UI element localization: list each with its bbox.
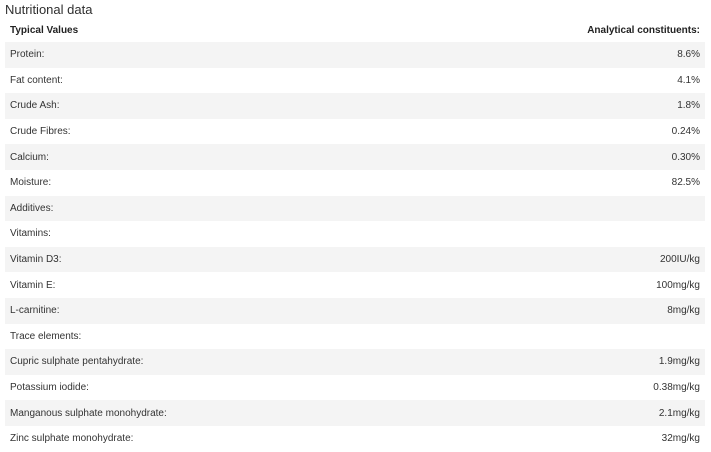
row-label: Protein: bbox=[10, 49, 45, 61]
row-label: Additives: bbox=[10, 202, 54, 214]
row-value: 100mg/kg bbox=[656, 279, 700, 291]
table-row: Moisture: 82.5% bbox=[5, 169, 705, 196]
row-value: 82.5% bbox=[671, 177, 700, 189]
table-row: L-carnitine: 8mg/kg bbox=[5, 297, 705, 324]
header-typical-values: Typical Values bbox=[10, 24, 79, 36]
row-label: Moisture: bbox=[10, 177, 52, 189]
row-value: 1.9mg/kg bbox=[658, 356, 700, 368]
row-value: 32mg/kg bbox=[661, 433, 700, 445]
header-analytical-constituents: Analytical constituents: bbox=[587, 24, 700, 36]
table-row: Potassium iodide: 0.38mg/kg bbox=[5, 374, 705, 401]
row-label: Potassium iodide: bbox=[10, 382, 89, 394]
table-header-row: Typical Values Analytical constituents: bbox=[5, 18, 705, 42]
row-label: L-carnitine: bbox=[10, 305, 60, 317]
row-value: 8mg/kg bbox=[667, 305, 700, 317]
table-row: Zinc sulphate monohydrate: 32mg/kg bbox=[5, 425, 705, 452]
row-value bbox=[425, 324, 705, 350]
row-label: Fat content: bbox=[10, 74, 63, 86]
table-row: Trace elements: bbox=[5, 323, 705, 350]
table-row: Vitamin E: 100mg/kg bbox=[5, 272, 705, 298]
table-row: Cupric sulphate pentahydrate: 1.9mg/kg bbox=[5, 349, 705, 375]
nutrition-panel: Nutritional data Typical Values Analytic… bbox=[0, 0, 711, 452]
row-value: 4.1% bbox=[677, 74, 700, 86]
table-row: Fat content: 4.1% bbox=[5, 67, 705, 94]
row-value: 200IU/kg bbox=[659, 254, 700, 266]
row-label: Manganous sulphate monohydrate: bbox=[10, 407, 167, 419]
row-label: Crude Fibres: bbox=[10, 126, 71, 138]
row-value bbox=[425, 196, 705, 222]
row-label: Crude Ash: bbox=[10, 100, 60, 112]
row-value: 8.6% bbox=[677, 49, 700, 61]
row-value: 0.30% bbox=[671, 151, 700, 163]
table-row: Crude Fibres: 0.24% bbox=[5, 118, 705, 145]
table-row: Crude Ash: 1.8% bbox=[5, 93, 705, 119]
table-row: Additives: bbox=[5, 195, 705, 222]
row-value: 0.38mg/kg bbox=[653, 382, 700, 394]
row-label: Calcium: bbox=[10, 151, 49, 163]
table-row: Vitamins: bbox=[5, 221, 705, 247]
row-value: 1.8% bbox=[677, 100, 700, 112]
table-row: Vitamin D3: 200IU/kg bbox=[5, 246, 705, 273]
row-label: Vitamin E: bbox=[10, 279, 56, 291]
section-title: Nutritional data bbox=[5, 2, 93, 17]
nutrition-table: Typical Values Analytical constituents: … bbox=[5, 18, 705, 452]
table-row: Calcium: 0.30% bbox=[5, 144, 705, 170]
table-row: Manganous sulphate monohydrate: 2.1mg/kg bbox=[5, 400, 705, 426]
row-label: Cupric sulphate pentahydrate: bbox=[10, 356, 144, 368]
row-label: Zinc sulphate monohydrate: bbox=[10, 433, 134, 445]
row-value: 0.24% bbox=[671, 126, 700, 138]
row-label: Vitamin D3: bbox=[10, 254, 62, 266]
row-label: Trace elements: bbox=[10, 330, 82, 342]
row-label: Vitamins: bbox=[10, 228, 51, 240]
table-row: Protein: 8.6% bbox=[5, 42, 705, 68]
row-value bbox=[425, 221, 705, 247]
row-value: 2.1mg/kg bbox=[658, 407, 700, 419]
table-body: Protein: 8.6% Fat content: 4.1% Crude Ash: 1.… bbox=[5, 42, 705, 452]
